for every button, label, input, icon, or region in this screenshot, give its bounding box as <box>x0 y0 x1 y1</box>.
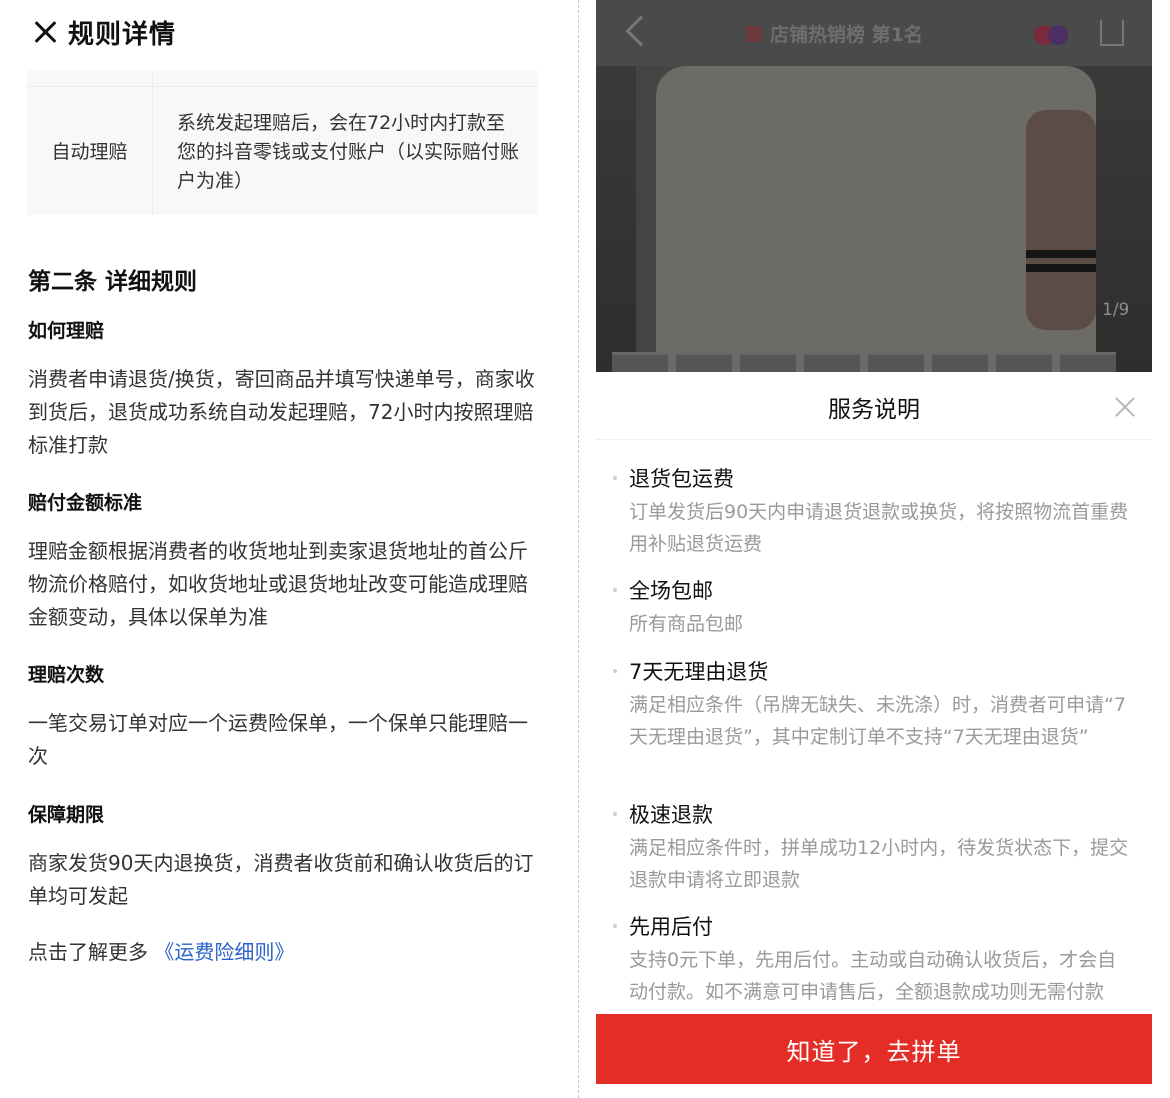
service-desc: 满足相应条件时，拼单成功12小时内，待发货状态下，提交退款申请将立即退款 <box>629 837 1129 891</box>
confirm-group-buy-button[interactable]: 知道了，去拼单 <box>596 1014 1152 1084</box>
rule-text: 理赔金额根据消费者的收货地址到卖家退货地址的首公斤物流价格赔付，如收货地址或退货… <box>28 539 528 629</box>
rule-subtitle: 如何理赔 <box>28 320 105 342</box>
rule-subtitle: 理赔次数 <box>28 664 105 686</box>
section-title: 第二条 详细规则 <box>28 269 198 295</box>
service-name: 全场包邮 <box>629 579 713 603</box>
product-top-bar: 店铺热销榜 第1名 <box>596 0 1152 66</box>
sheet-title: 服务说明 <box>828 397 920 423</box>
rank-text: 店铺热销榜 第1名 <box>770 24 923 46</box>
back-icon[interactable] <box>625 15 657 47</box>
service-name: 7天无理由退货 <box>629 660 769 684</box>
thumbnail[interactable] <box>1060 352 1116 372</box>
rank-badge[interactable]: 店铺热销榜 第1名 <box>746 20 923 47</box>
service-item: 先用后付 支持0元下单，先用后付。主动或自动确认收货后，才会自动付款。如不满意可… <box>613 912 1134 1008</box>
service-item: 7天无理由退货 满足相应条件（吊牌无缺失、未洗涤）时，消费者可申请“7天无理由退… <box>613 657 1134 753</box>
rank-icon <box>746 25 762 42</box>
panel-divider <box>578 0 579 1098</box>
learn-more-row: 点击了解更多 《运费险细则》 <box>28 936 294 965</box>
product-page-panel: 店铺热销榜 第1名 1/9 服务说明 退货包运费 订单发货后90天内申请退货退款… <box>596 0 1152 1098</box>
rule-details-header: 规则详情 <box>32 14 176 50</box>
dot-icon <box>1048 25 1068 45</box>
bullet-icon <box>613 669 617 673</box>
thumbnail[interactable] <box>612 352 668 372</box>
service-desc: 支持0元下单，先用后付。主动或自动确认收货后，才会自动付款。如不满意可申请售后，… <box>629 949 1117 1003</box>
service-item: 极速退款 满足相应条件时，拼单成功12小时内，待发货状态下，提交退款申请将立即退… <box>613 800 1134 896</box>
service-name: 先用后付 <box>629 915 713 939</box>
thumbnail[interactable] <box>868 352 924 372</box>
service-item: 全场包邮 所有商品包邮 <box>613 576 1134 640</box>
rule-subtitle: 保障期限 <box>28 804 105 826</box>
rule-text: 一笔交易订单对应一个运费险保单，一个保单只能理赔一次 <box>28 711 528 768</box>
more-dots-icon[interactable] <box>1034 25 1070 45</box>
thumbnail-strip <box>596 352 1152 372</box>
rule-details-panel: 规则详情 自动理赔 系统发起理赔后，会在72小时内打款至您的抖音零钱或支付账户（… <box>0 0 568 1098</box>
table-row-label: 自动理赔 <box>51 141 128 163</box>
service-desc: 订单发货后90天内申请退货退款或换货，将按照物流首重费用补贴退货运费 <box>629 501 1129 555</box>
learn-more-prefix: 点击了解更多 <box>28 940 148 964</box>
thumbnail[interactable] <box>740 352 796 372</box>
wristband-image <box>1026 264 1096 272</box>
image-counter: 1/9 <box>1102 300 1130 320</box>
page-title: 规则详情 <box>68 19 177 50</box>
arm-image <box>1026 110 1096 330</box>
table-row-text: 系统发起理赔后，会在72小时内打款至您的抖音零钱或支付账户（以实际赔付账户为准） <box>177 112 520 192</box>
freight-insurance-link[interactable]: 《运费险细则》 <box>154 940 294 964</box>
service-name: 退货包运费 <box>629 467 734 491</box>
claim-table: 自动理赔 系统发起理赔后，会在72小时内打款至您的抖音零钱或支付账户（以实际赔付… <box>27 70 538 215</box>
close-icon[interactable] <box>32 19 58 45</box>
bullet-icon <box>613 588 617 592</box>
bullet-icon <box>613 924 617 928</box>
product-photo[interactable]: 店铺热销榜 第1名 1/9 <box>596 0 1152 372</box>
bullet-icon <box>613 476 617 480</box>
table-column-divider <box>152 70 153 215</box>
bullet-icon <box>613 812 617 816</box>
thumbnail[interactable] <box>932 352 988 372</box>
service-sheet: 服务说明 退货包运费 订单发货后90天内申请退货退款或换货，将按照物流首重费用补… <box>596 372 1152 1098</box>
service-name: 极速退款 <box>629 803 713 827</box>
thumbnail[interactable] <box>996 352 1052 372</box>
share-icon[interactable] <box>1100 20 1124 46</box>
rule-subtitle: 赔付金额标准 <box>28 492 143 514</box>
service-desc: 所有商品包邮 <box>629 613 744 635</box>
thumbnail[interactable] <box>676 352 732 372</box>
close-icon[interactable] <box>1114 396 1136 418</box>
sheet-divider <box>596 439 1152 440</box>
rule-text: 消费者申请退货/换货，寄回商品并填写快递单号，商家收到货后，退货成功系统自动发起… <box>28 367 535 457</box>
service-desc: 满足相应条件（吊牌无缺失、未洗涤）时，消费者可申请“7天无理由退货”，其中定制订… <box>629 694 1126 748</box>
service-item: 退货包运费 订单发货后90天内申请退货退款或换货，将按照物流首重费用补贴退货运费 <box>613 464 1134 560</box>
thumbnail[interactable] <box>804 352 860 372</box>
rule-text: 商家发货90天内退换货，消费者收货前和确认收货后的订单均可发起 <box>28 851 534 908</box>
wristband-image <box>1026 250 1096 258</box>
